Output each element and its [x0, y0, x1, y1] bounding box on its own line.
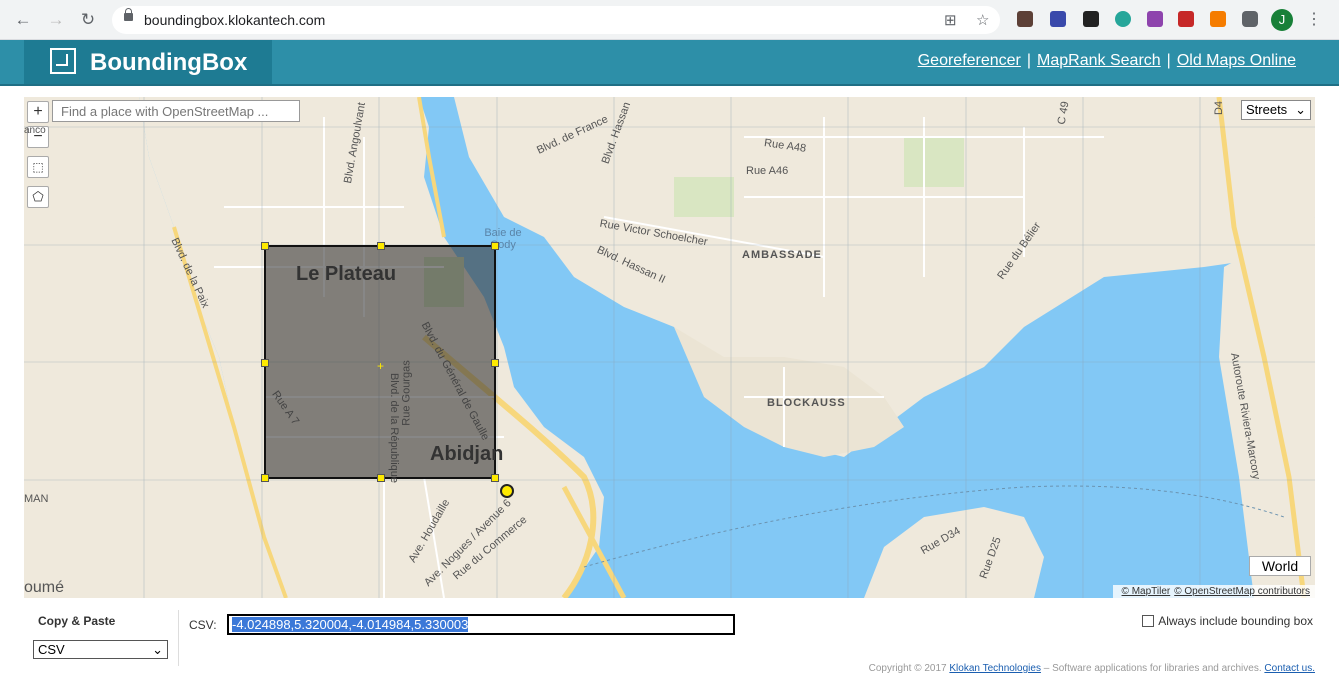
extensions-puzzle-icon[interactable] [1242, 11, 1258, 27]
resize-handle[interactable] [377, 474, 385, 482]
location-marker-icon[interactable] [500, 484, 514, 498]
extension-icon-2[interactable] [1050, 11, 1066, 27]
center-crosshair-icon[interactable]: + [377, 359, 384, 373]
resize-handle[interactable] [261, 242, 269, 250]
world-button[interactable]: World [1249, 556, 1311, 576]
map-attribution: © MapTiler © OpenStreetMap contributors [1112, 585, 1315, 598]
chevron-down-icon: ⌄ [152, 642, 163, 657]
extension-feather-icon[interactable] [1147, 11, 1163, 27]
map-tiles [24, 97, 1315, 598]
boundingbox-logo-icon [50, 48, 76, 74]
profile-avatar[interactable]: J [1271, 9, 1293, 31]
url-text: boundingbox.klokantech.com [144, 12, 326, 28]
link-old-maps-online[interactable]: Old Maps Online [1177, 52, 1296, 69]
copy-paste-label: Copy & Paste [38, 614, 116, 628]
csv-label: CSV: [189, 618, 217, 632]
link-georeferencer[interactable]: Georeferencer [918, 52, 1021, 69]
resize-handle[interactable] [377, 242, 385, 250]
format-select-value: CSV [38, 642, 65, 657]
street-label: D4 [1213, 100, 1226, 116]
street-label: Rue A46 [746, 165, 789, 177]
chrome-menu-icon[interactable]: ⋮ [1306, 9, 1322, 29]
always-include-label: Always include bounding box [1158, 614, 1313, 628]
link-maprank-search[interactable]: MapRank Search [1037, 52, 1161, 69]
label-blockauss: BLOCKAUSS [767, 397, 846, 409]
resize-handle[interactable] [491, 359, 499, 367]
osm-link[interactable]: © OpenStreetMap contributors [1174, 586, 1310, 597]
resize-handle[interactable] [491, 474, 499, 482]
zoom-in-button[interactable]: + [27, 101, 49, 123]
footer-tagline: – Software applications for libraries an… [1043, 663, 1262, 674]
layer-select[interactable]: Streets ⌄ [1241, 100, 1311, 120]
map-viewport[interactable]: + − ⬚ ⬠ Find a place with OpenStreetMap … [24, 97, 1315, 598]
layer-select-value: Streets [1246, 102, 1288, 117]
street-label: Rue Gourgas [400, 360, 413, 426]
address-bar[interactable]: boundingbox.klokantech.com ⊞ ☆ [112, 6, 1000, 34]
metamask-fox-icon[interactable] [1210, 11, 1226, 27]
header-links: Georeferencer | MapRank Search | Old Maps On… [917, 52, 1296, 69]
back-icon[interactable]: ← [12, 9, 34, 31]
extension-cube-icon[interactable] [1083, 11, 1099, 27]
site-header: BoundingBox Georeferencer | MapRank Search… [0, 40, 1339, 86]
footer: Copyright © 2017 Klokan Technologies – S… [869, 663, 1315, 674]
resize-handle[interactable] [491, 242, 499, 250]
chevron-down-icon: ⌄ [1295, 102, 1306, 117]
draw-rectangle-icon[interactable]: ⬚ [27, 156, 49, 178]
klokan-link[interactable]: Klokan Technologies [949, 663, 1041, 674]
copyright-text: Copyright © 2017 [868, 663, 947, 674]
forward-icon[interactable]: → [45, 9, 67, 31]
label-edge-oume: oumé [24, 579, 65, 596]
checkbox[interactable] [1142, 615, 1155, 627]
translate-icon[interactable]: ⊞ [944, 11, 957, 29]
label-ambassade: AMBASSADE [742, 249, 822, 261]
resize-handle[interactable] [261, 359, 269, 367]
extension-pdf-icon[interactable] [1178, 11, 1194, 27]
reload-icon[interactable]: ↻ [77, 9, 99, 31]
label-edge-man: MAN [24, 493, 49, 505]
lock-icon [124, 8, 133, 21]
csv-output-field[interactable]: -4.024898,5.320004,-4.014984,5.330003 [227, 614, 735, 635]
extension-icon-1[interactable] [1017, 11, 1033, 27]
label-edge-anco: anco [24, 125, 46, 136]
brand[interactable]: BoundingBox [24, 40, 272, 84]
format-select[interactable]: CSV ⌄ [33, 640, 168, 659]
contact-link[interactable]: Contact us. [1264, 663, 1315, 674]
place-search-input[interactable]: Find a place with OpenStreetMap ... [52, 100, 300, 122]
resize-handle[interactable] [261, 474, 269, 482]
browser-toolbar: ← → ↻ boundingbox.klokantech.com ⊞ ☆ J ⋮ [0, 0, 1339, 40]
bookmark-star-icon[interactable]: ☆ [976, 11, 989, 29]
brand-name: BoundingBox [90, 49, 248, 76]
divider [178, 610, 179, 666]
always-include-option[interactable]: Always include bounding box [1142, 614, 1313, 628]
street-label: Blvd. de la République [388, 372, 401, 484]
output-panel: Copy & Paste CSV ⌄ CSV: -4.024898,5.32000… [24, 606, 1315, 670]
label-abidjan: Abidjan [430, 443, 504, 465]
extension-icon-4[interactable] [1115, 11, 1131, 27]
draw-polygon-icon[interactable]: ⬠ [27, 186, 49, 208]
label-le-plateau: Le Plateau [296, 263, 397, 285]
maptiler-link[interactable]: © MapTiler [1122, 586, 1171, 597]
csv-value: -4.024898,5.320004,-4.014984,5.330003 [232, 617, 469, 632]
